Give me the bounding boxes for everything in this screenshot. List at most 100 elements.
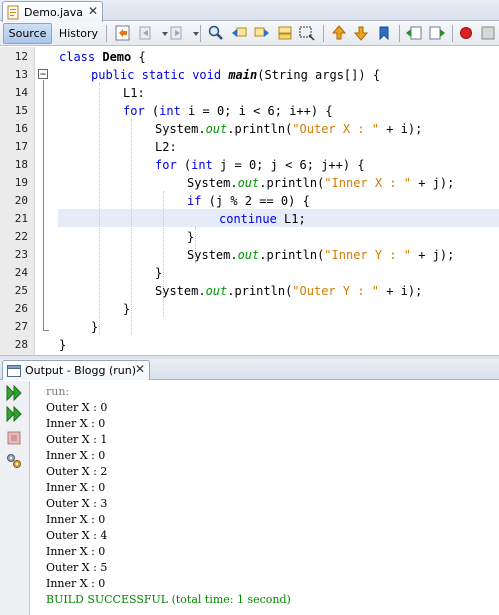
find-next-icon[interactable] — [253, 24, 271, 42]
start-macro-recording-icon[interactable] — [457, 24, 475, 42]
toggle-bookmark-icon[interactable] — [375, 24, 393, 42]
keyword: for — [155, 158, 177, 172]
code-text: .println( — [259, 176, 325, 190]
static-field: out — [205, 122, 228, 136]
code-text: System. — [187, 248, 238, 262]
find-previous-icon[interactable] — [230, 24, 248, 42]
close-icon[interactable]: ✕ — [135, 363, 145, 376]
keyword: continue — [219, 212, 277, 226]
console-line: Outer X : 2 — [46, 465, 108, 478]
code-line-22: } — [187, 230, 195, 244]
shift-line-left-icon[interactable] — [405, 24, 423, 42]
forward-icon[interactable] — [168, 24, 186, 42]
line-number: 23 — [14, 248, 28, 261]
code-text: + j); — [411, 248, 455, 262]
console-line: Inner X : 0 — [46, 481, 106, 494]
code-text: { — [131, 50, 146, 64]
tab-label: Output - Blogg (run) — [25, 364, 137, 377]
console-line: Inner X : 0 — [46, 577, 106, 590]
stop-icon[interactable] — [5, 429, 23, 447]
rerun-with-options-icon[interactable] — [5, 405, 23, 423]
editor-toolbar: Source History — [0, 22, 499, 46]
string-literal: "Inner Y : " — [324, 248, 411, 262]
next-bookmark-icon[interactable] — [352, 24, 370, 42]
code-text: System. — [155, 284, 206, 298]
code-line-19: System.out.println("Inner X : " + j); — [187, 174, 454, 192]
line-number: 24 — [14, 266, 28, 279]
code-text: (j % 2 == 0) { — [201, 194, 310, 208]
line-number: 12 — [14, 50, 28, 63]
keyword: if — [187, 194, 202, 208]
line-number: 28 — [14, 338, 28, 351]
history-view-button[interactable]: History — [56, 23, 101, 44]
code-line-26: } — [123, 302, 131, 316]
line-number: 20 — [14, 194, 28, 207]
line-number: 22 — [14, 230, 28, 243]
shift-line-right-icon[interactable] — [428, 24, 446, 42]
keyword: for — [123, 104, 145, 118]
fold-column — [35, 47, 57, 355]
previous-bookmark-icon[interactable] — [330, 24, 348, 42]
code-line-12: class Demo { — [59, 48, 146, 66]
string-literal: "Outer Y : " — [292, 284, 379, 298]
code-line-20: if (j % 2 == 0) { — [187, 192, 310, 210]
code-text: L1; — [276, 212, 306, 226]
class-name: Demo — [102, 50, 132, 64]
static-field: out — [237, 176, 260, 190]
line-number: 21 — [14, 212, 28, 225]
last-edit-icon[interactable] — [114, 24, 132, 42]
settings-icon[interactable] — [5, 452, 23, 470]
close-icon[interactable]: ✕ — [88, 5, 98, 18]
toolbar-separator — [452, 25, 453, 42]
code-text: j = 0; j < 6; j++) { — [212, 158, 365, 172]
output-tab-bar: Output - Blogg (run) ✕ — [0, 359, 499, 380]
keyword: static — [141, 68, 185, 82]
console-line: Outer X : 3 — [46, 497, 108, 510]
editor-tab-bar: Demo.java ✕ — [0, 0, 499, 22]
rerun-icon[interactable] — [5, 384, 23, 402]
chevron-down-icon[interactable] — [156, 24, 168, 42]
build-status-line: BUILD SUCCESSFUL (total time: 1 second) — [46, 593, 291, 606]
back-icon[interactable] — [137, 24, 155, 42]
console-line: Outer X : 1 — [46, 433, 108, 446]
code-line-18: for (int j = 0; j < 6; j++) { — [155, 156, 365, 174]
keyword: int — [159, 104, 181, 118]
code-text: + j); — [411, 176, 455, 190]
line-number: 25 — [14, 284, 28, 297]
static-field: out — [237, 248, 260, 262]
code-text: System. — [155, 122, 206, 136]
code-line-15: for (int i = 0; i < 6; i++) { — [123, 102, 333, 120]
tab-output[interactable]: Output - Blogg (run) ✕ — [2, 360, 150, 380]
code-text: System. — [187, 176, 238, 190]
source-view-button[interactable]: Source — [3, 23, 52, 44]
code-text: + i); — [379, 122, 423, 136]
code-line-16: System.out.println("Outer X : " + i); — [155, 120, 422, 138]
chevron-down-icon[interactable] — [187, 24, 199, 42]
stop-macro-recording-icon[interactable] — [479, 24, 497, 42]
tab-label: Demo.java — [24, 5, 84, 19]
console-line: Inner X : 0 — [46, 513, 106, 526]
find-icon[interactable] — [207, 24, 225, 42]
fold-line — [43, 80, 44, 330]
line-number: 26 — [14, 302, 28, 315]
keyword: class — [59, 50, 96, 64]
console-line: Outer X : 5 — [46, 561, 108, 574]
fold-collapse-icon[interactable] — [38, 69, 49, 80]
code-text: .println( — [227, 122, 293, 136]
console-line: Outer X : 4 — [46, 529, 108, 542]
line-number: 27 — [14, 320, 28, 333]
line-number: 14 — [14, 86, 28, 99]
tab-demo-java[interactable]: Demo.java ✕ — [2, 1, 103, 22]
java-file-icon — [7, 5, 19, 19]
output-console[interactable]: run: Outer X : 0 Inner X : 0 Outer X : 1… — [31, 381, 499, 615]
code-line-14: L1: — [123, 86, 145, 100]
line-number: 16 — [14, 122, 28, 135]
rectangular-selection-icon[interactable] — [298, 24, 316, 42]
code-text: .println( — [227, 284, 293, 298]
code-editor[interactable]: 12 13 14 15 16 17 18 19 20 21 22 23 24 25 26 27 28 class… — [0, 47, 499, 355]
code-line-27: } — [91, 320, 99, 334]
method-name: main — [228, 68, 258, 82]
code-text: i = 0; i < 6; i++) { — [180, 104, 333, 118]
console-line: Inner X : 0 — [46, 417, 106, 430]
toggle-highlight-icon[interactable] — [276, 24, 294, 42]
